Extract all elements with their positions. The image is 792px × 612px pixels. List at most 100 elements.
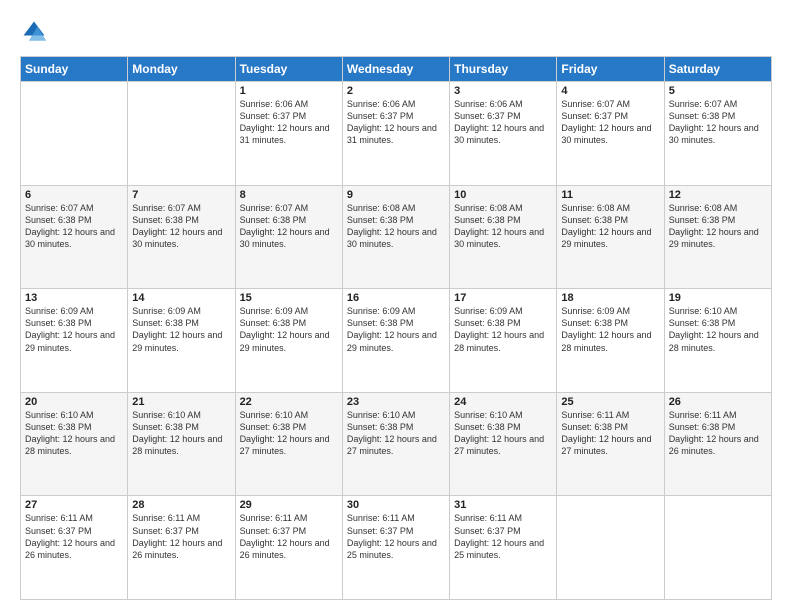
calendar-cell: 5Sunrise: 6:07 AM Sunset: 6:38 PM Daylig… xyxy=(664,82,771,186)
calendar-cell: 3Sunrise: 6:06 AM Sunset: 6:37 PM Daylig… xyxy=(450,82,557,186)
calendar-cell: 7Sunrise: 6:07 AM Sunset: 6:38 PM Daylig… xyxy=(128,185,235,289)
day-info: Sunrise: 6:06 AM Sunset: 6:37 PM Dayligh… xyxy=(454,98,552,147)
day-info: Sunrise: 6:08 AM Sunset: 6:38 PM Dayligh… xyxy=(669,202,767,251)
day-info: Sunrise: 6:06 AM Sunset: 6:37 PM Dayligh… xyxy=(240,98,338,147)
day-info: Sunrise: 6:08 AM Sunset: 6:38 PM Dayligh… xyxy=(561,202,659,251)
day-info: Sunrise: 6:08 AM Sunset: 6:38 PM Dayligh… xyxy=(454,202,552,251)
day-number: 19 xyxy=(669,292,767,304)
calendar-cell: 23Sunrise: 6:10 AM Sunset: 6:38 PM Dayli… xyxy=(342,392,449,496)
day-info: Sunrise: 6:09 AM Sunset: 6:38 PM Dayligh… xyxy=(25,305,123,354)
calendar-cell: 21Sunrise: 6:10 AM Sunset: 6:38 PM Dayli… xyxy=(128,392,235,496)
day-number: 2 xyxy=(347,85,445,97)
day-info: Sunrise: 6:09 AM Sunset: 6:38 PM Dayligh… xyxy=(347,305,445,354)
day-info: Sunrise: 6:11 AM Sunset: 6:37 PM Dayligh… xyxy=(454,512,552,561)
day-number: 14 xyxy=(132,292,230,304)
calendar-cell: 31Sunrise: 6:11 AM Sunset: 6:37 PM Dayli… xyxy=(450,496,557,600)
day-info: Sunrise: 6:11 AM Sunset: 6:38 PM Dayligh… xyxy=(669,409,767,458)
day-number: 21 xyxy=(132,396,230,408)
day-info: Sunrise: 6:08 AM Sunset: 6:38 PM Dayligh… xyxy=(347,202,445,251)
day-number: 6 xyxy=(25,189,123,201)
day-info: Sunrise: 6:07 AM Sunset: 6:38 PM Dayligh… xyxy=(132,202,230,251)
day-info: Sunrise: 6:07 AM Sunset: 6:38 PM Dayligh… xyxy=(669,98,767,147)
day-number: 1 xyxy=(240,85,338,97)
calendar-cell xyxy=(664,496,771,600)
calendar-day-header: Sunday xyxy=(21,57,128,82)
day-number: 13 xyxy=(25,292,123,304)
logo-icon xyxy=(20,18,48,46)
calendar-cell: 14Sunrise: 6:09 AM Sunset: 6:38 PM Dayli… xyxy=(128,289,235,393)
day-number: 26 xyxy=(669,396,767,408)
calendar-cell: 1Sunrise: 6:06 AM Sunset: 6:37 PM Daylig… xyxy=(235,82,342,186)
day-number: 25 xyxy=(561,396,659,408)
day-number: 16 xyxy=(347,292,445,304)
day-info: Sunrise: 6:09 AM Sunset: 6:38 PM Dayligh… xyxy=(454,305,552,354)
calendar-cell: 28Sunrise: 6:11 AM Sunset: 6:37 PM Dayli… xyxy=(128,496,235,600)
day-number: 29 xyxy=(240,499,338,511)
calendar-cell: 11Sunrise: 6:08 AM Sunset: 6:38 PM Dayli… xyxy=(557,185,664,289)
day-number: 12 xyxy=(669,189,767,201)
calendar-day-header: Tuesday xyxy=(235,57,342,82)
calendar-cell: 15Sunrise: 6:09 AM Sunset: 6:38 PM Dayli… xyxy=(235,289,342,393)
day-info: Sunrise: 6:07 AM Sunset: 6:38 PM Dayligh… xyxy=(240,202,338,251)
day-info: Sunrise: 6:11 AM Sunset: 6:38 PM Dayligh… xyxy=(561,409,659,458)
logo xyxy=(20,18,54,46)
calendar-cell: 19Sunrise: 6:10 AM Sunset: 6:38 PM Dayli… xyxy=(664,289,771,393)
day-number: 23 xyxy=(347,396,445,408)
calendar-cell: 20Sunrise: 6:10 AM Sunset: 6:38 PM Dayli… xyxy=(21,392,128,496)
calendar-day-header: Thursday xyxy=(450,57,557,82)
day-number: 24 xyxy=(454,396,552,408)
day-number: 5 xyxy=(669,85,767,97)
header xyxy=(20,18,772,46)
calendar-cell: 17Sunrise: 6:09 AM Sunset: 6:38 PM Dayli… xyxy=(450,289,557,393)
day-number: 22 xyxy=(240,396,338,408)
day-info: Sunrise: 6:10 AM Sunset: 6:38 PM Dayligh… xyxy=(240,409,338,458)
day-number: 7 xyxy=(132,189,230,201)
calendar-week-row: 27Sunrise: 6:11 AM Sunset: 6:37 PM Dayli… xyxy=(21,496,772,600)
day-info: Sunrise: 6:07 AM Sunset: 6:37 PM Dayligh… xyxy=(561,98,659,147)
day-info: Sunrise: 6:10 AM Sunset: 6:38 PM Dayligh… xyxy=(132,409,230,458)
calendar-week-row: 1Sunrise: 6:06 AM Sunset: 6:37 PM Daylig… xyxy=(21,82,772,186)
day-info: Sunrise: 6:10 AM Sunset: 6:38 PM Dayligh… xyxy=(669,305,767,354)
calendar-cell: 2Sunrise: 6:06 AM Sunset: 6:37 PM Daylig… xyxy=(342,82,449,186)
calendar-week-row: 13Sunrise: 6:09 AM Sunset: 6:38 PM Dayli… xyxy=(21,289,772,393)
calendar-cell: 10Sunrise: 6:08 AM Sunset: 6:38 PM Dayli… xyxy=(450,185,557,289)
day-info: Sunrise: 6:11 AM Sunset: 6:37 PM Dayligh… xyxy=(25,512,123,561)
day-number: 10 xyxy=(454,189,552,201)
calendar-cell: 26Sunrise: 6:11 AM Sunset: 6:38 PM Dayli… xyxy=(664,392,771,496)
calendar-cell: 30Sunrise: 6:11 AM Sunset: 6:37 PM Dayli… xyxy=(342,496,449,600)
calendar-cell: 25Sunrise: 6:11 AM Sunset: 6:38 PM Dayli… xyxy=(557,392,664,496)
calendar-cell: 24Sunrise: 6:10 AM Sunset: 6:38 PM Dayli… xyxy=(450,392,557,496)
day-info: Sunrise: 6:10 AM Sunset: 6:38 PM Dayligh… xyxy=(347,409,445,458)
day-info: Sunrise: 6:11 AM Sunset: 6:37 PM Dayligh… xyxy=(347,512,445,561)
calendar-cell: 18Sunrise: 6:09 AM Sunset: 6:38 PM Dayli… xyxy=(557,289,664,393)
day-number: 27 xyxy=(25,499,123,511)
calendar-day-header: Friday xyxy=(557,57,664,82)
calendar-cell: 13Sunrise: 6:09 AM Sunset: 6:38 PM Dayli… xyxy=(21,289,128,393)
day-number: 17 xyxy=(454,292,552,304)
calendar-week-row: 20Sunrise: 6:10 AM Sunset: 6:38 PM Dayli… xyxy=(21,392,772,496)
day-info: Sunrise: 6:10 AM Sunset: 6:38 PM Dayligh… xyxy=(25,409,123,458)
calendar-cell xyxy=(21,82,128,186)
day-info: Sunrise: 6:09 AM Sunset: 6:38 PM Dayligh… xyxy=(132,305,230,354)
calendar-cell: 12Sunrise: 6:08 AM Sunset: 6:38 PM Dayli… xyxy=(664,185,771,289)
day-number: 20 xyxy=(25,396,123,408)
day-number: 28 xyxy=(132,499,230,511)
calendar-cell xyxy=(128,82,235,186)
calendar-cell: 8Sunrise: 6:07 AM Sunset: 6:38 PM Daylig… xyxy=(235,185,342,289)
day-number: 31 xyxy=(454,499,552,511)
day-info: Sunrise: 6:09 AM Sunset: 6:38 PM Dayligh… xyxy=(561,305,659,354)
calendar-cell: 29Sunrise: 6:11 AM Sunset: 6:37 PM Dayli… xyxy=(235,496,342,600)
day-number: 30 xyxy=(347,499,445,511)
calendar-week-row: 6Sunrise: 6:07 AM Sunset: 6:38 PM Daylig… xyxy=(21,185,772,289)
day-number: 9 xyxy=(347,189,445,201)
day-number: 4 xyxy=(561,85,659,97)
calendar-day-header: Wednesday xyxy=(342,57,449,82)
calendar-cell: 27Sunrise: 6:11 AM Sunset: 6:37 PM Dayli… xyxy=(21,496,128,600)
day-info: Sunrise: 6:06 AM Sunset: 6:37 PM Dayligh… xyxy=(347,98,445,147)
day-info: Sunrise: 6:07 AM Sunset: 6:38 PM Dayligh… xyxy=(25,202,123,251)
calendar-cell: 22Sunrise: 6:10 AM Sunset: 6:38 PM Dayli… xyxy=(235,392,342,496)
day-number: 11 xyxy=(561,189,659,201)
day-number: 3 xyxy=(454,85,552,97)
page: SundayMondayTuesdayWednesdayThursdayFrid… xyxy=(0,0,792,612)
calendar-day-header: Saturday xyxy=(664,57,771,82)
